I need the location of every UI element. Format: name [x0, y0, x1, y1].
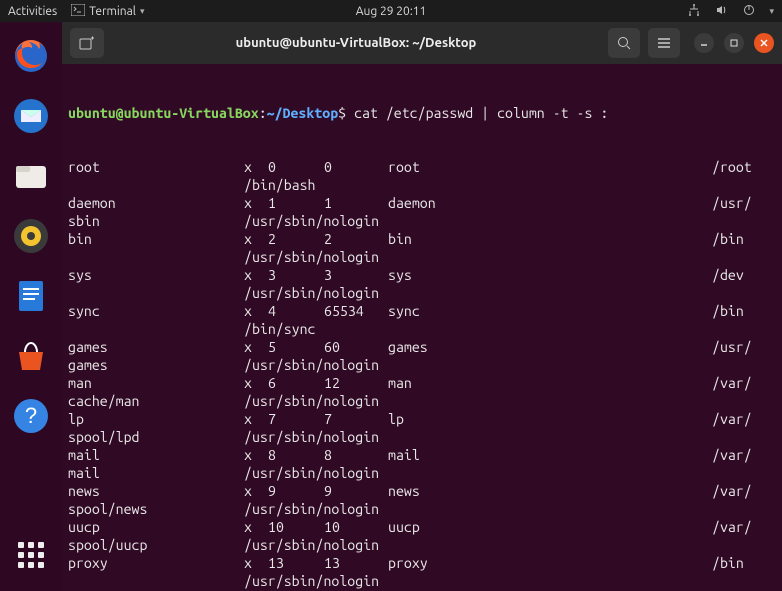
terminal-window: ubuntu@ubuntu-VirtualBox: ~/Desktop ubun… [62, 22, 782, 591]
maximize-button[interactable] [724, 33, 744, 53]
output-row: gamesx560games/usr/ [68, 338, 776, 356]
app-menu-label: Terminal [89, 5, 136, 18]
window-controls [694, 33, 774, 53]
volume-icon[interactable] [715, 4, 729, 19]
search-icon [616, 35, 632, 51]
activities-button[interactable]: Activities [8, 5, 57, 18]
minimize-button[interactable] [694, 33, 714, 53]
search-button[interactable] [608, 28, 640, 58]
dock-help[interactable]: ? [9, 394, 53, 438]
output-row-shell: /bin/sync [68, 320, 776, 338]
menu-button[interactable] [648, 28, 680, 58]
window-title: ubuntu@ubuntu-VirtualBox: ~/Desktop [112, 36, 600, 50]
chevron-down-icon[interactable]: ▾ [769, 6, 774, 17]
output-row-continuation: sbin/usr/sbin/nologin [68, 212, 776, 230]
app-menu[interactable]: Terminal ▾ [71, 4, 144, 19]
new-tab-button[interactable] [70, 28, 104, 58]
output-row: newsx99news/var/ [68, 482, 776, 500]
output-row-continuation: spool/news/usr/sbin/nologin [68, 500, 776, 518]
output-row-continuation: mail/usr/sbin/nologin [68, 464, 776, 482]
output-row-continuation: spool/uucp/usr/sbin/nologin [68, 536, 776, 554]
dock-show-applications[interactable] [9, 533, 53, 577]
output-row: rootx00root/root [68, 158, 776, 176]
network-icon[interactable] [687, 4, 701, 19]
output-row: mailx88mail/var/ [68, 446, 776, 464]
output-row: proxyx1313proxy/bin [68, 554, 776, 572]
terminal-icon [71, 4, 85, 19]
window-titlebar: ubuntu@ubuntu-VirtualBox: ~/Desktop [62, 22, 782, 64]
dock-rhythmbox[interactable] [9, 214, 53, 258]
dock-thunderbird[interactable] [9, 94, 53, 138]
output-row-continuation: spool/lpd/usr/sbin/nologin [68, 428, 776, 446]
minimize-icon [699, 38, 709, 48]
output-row: syncx465534sync/bin [68, 302, 776, 320]
power-icon[interactable] [743, 4, 755, 19]
new-tab-icon [79, 36, 95, 50]
apps-grid-icon [18, 542, 44, 568]
svg-text:?: ? [25, 403, 37, 428]
ubuntu-dock: ? [0, 22, 62, 591]
command-text: cat /etc/passwd | column -t -s : [354, 105, 608, 121]
prompt-cwd: ~/Desktop [267, 105, 339, 121]
output-row-shell: /usr/sbin/nologin [68, 248, 776, 266]
dock-software-center[interactable] [9, 334, 53, 378]
clock[interactable]: Aug 29 20:11 [356, 5, 427, 18]
dock-files[interactable] [9, 154, 53, 198]
output-row: binx22bin/bin [68, 230, 776, 248]
dock-libreoffice-writer[interactable] [9, 274, 53, 318]
terminal-body[interactable]: ubuntu@ubuntu-VirtualBox:~/Desktop$ cat … [62, 64, 782, 591]
hamburger-icon [656, 36, 672, 50]
gnome-topbar: Activities Terminal ▾ Aug 29 20:11 ▾ [0, 0, 782, 22]
close-icon [759, 38, 769, 48]
output-row: uucpx1010uucp/var/ [68, 518, 776, 536]
output-row: lpx77lp/var/ [68, 410, 776, 428]
output-row: daemonx11daemon/usr/ [68, 194, 776, 212]
output-row-shell: /usr/sbin/nologin [68, 284, 776, 302]
output-row-shell: /bin/bash [68, 176, 776, 194]
output-row: manx612man/var/ [68, 374, 776, 392]
prompt-line: ubuntu@ubuntu-VirtualBox:~/Desktop$ cat … [68, 104, 776, 122]
maximize-icon [729, 38, 739, 48]
close-button[interactable] [754, 33, 774, 53]
output-row-continuation: games/usr/sbin/nologin [68, 356, 776, 374]
output-row-continuation: cache/man/usr/sbin/nologin [68, 392, 776, 410]
output-row: sysx33sys/dev [68, 266, 776, 284]
prompt-userhost: ubuntu@ubuntu-VirtualBox [68, 105, 259, 121]
terminal-output: rootx00root/root/bin/bashdaemonx11daemon… [68, 158, 776, 591]
dock-firefox[interactable] [9, 34, 53, 78]
output-row-shell: /usr/sbin/nologin [68, 572, 776, 590]
chevron-down-icon: ▾ [140, 6, 145, 17]
